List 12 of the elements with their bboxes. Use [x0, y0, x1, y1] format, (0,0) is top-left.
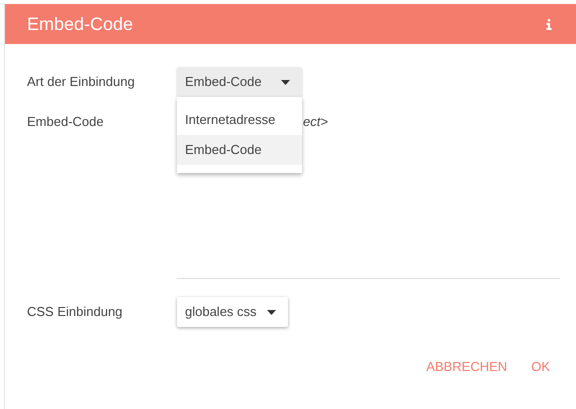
dialog-title: Embed-Code: [27, 12, 134, 36]
select-field[interactable]: globales css: [177, 297, 288, 327]
menu-item[interactable]: Embed-Code: [177, 135, 302, 165]
menu-item[interactable]: Internetadresse: [177, 105, 302, 135]
field-label: Art der Einbindung: [27, 73, 136, 92]
caret-icon: [281, 80, 290, 84]
select-field[interactable]: Embed-Code: [177, 67, 302, 97]
caret-icon: [266, 310, 276, 314]
code-text: ect>: [303, 113, 328, 132]
field-label: Embed-Code: [27, 113, 105, 132]
field-label: CSS Einbindung: [27, 303, 124, 322]
info-icon[interactable]: [546, 18, 552, 30]
